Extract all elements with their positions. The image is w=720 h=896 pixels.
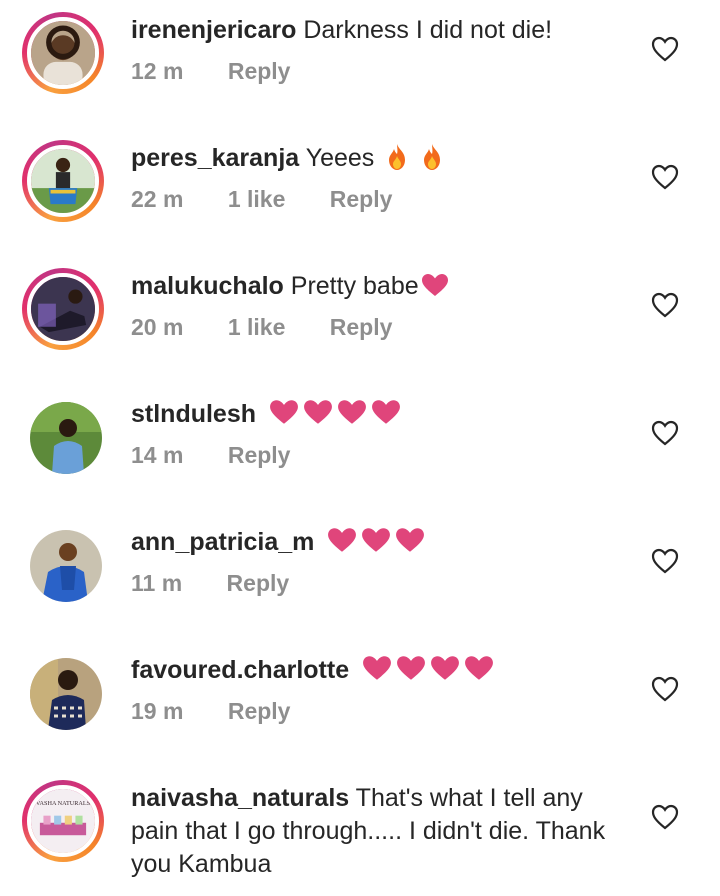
comment-text: naivasha_naturals That's what I tell any…: [131, 782, 631, 881]
comment-item: malukuchalo Pretty babe 20 m 1 like Repl…: [0, 256, 720, 384]
reply-button[interactable]: Reply: [228, 442, 291, 468]
username[interactable]: peres_karanja: [131, 144, 299, 172]
username[interactable]: malukuchalo: [131, 272, 284, 300]
avatar[interactable]: [30, 402, 102, 474]
comment-item: VASHA NATURALS naivasha_naturals That's …: [0, 768, 720, 896]
avatar[interactable]: [22, 12, 104, 94]
comment-body: Darkness I did not die!: [303, 16, 553, 44]
timestamp: 11 m: [131, 570, 183, 596]
fire-icon: [381, 144, 409, 172]
timestamp: 20 m: [131, 314, 184, 340]
comment-meta: 11 m Reply: [131, 570, 327, 597]
comment-item: stlndulesh 14 m Reply: [0, 384, 720, 512]
comment-text: malukuchalo Pretty babe: [131, 270, 621, 303]
reply-button[interactable]: Reply: [228, 58, 291, 84]
username[interactable]: ann_patricia_m: [131, 528, 314, 556]
comment-text: ann_patricia_m: [131, 526, 621, 562]
comment-text: stlndulesh: [131, 398, 621, 434]
avatar-logo-text: VASHA NATURALS: [36, 800, 91, 807]
heart-emoji-group: [269, 399, 405, 434]
heart-emoji-group: [327, 527, 429, 562]
avatar-image: [27, 273, 99, 345]
heart-icon[interactable]: [651, 292, 679, 318]
like-count[interactable]: 1 like: [228, 314, 286, 340]
comment-text: favoured.charlotte: [131, 654, 621, 690]
username[interactable]: stlndulesh: [131, 400, 256, 428]
like-count[interactable]: 1 like: [228, 186, 286, 212]
heart-icon[interactable]: [651, 420, 679, 446]
timestamp: 12 m: [131, 58, 184, 84]
heart-icon[interactable]: [651, 804, 679, 830]
username[interactable]: naivasha_naturals: [131, 784, 349, 812]
timestamp: 14 m: [131, 442, 184, 468]
comment-text: irenenjericaro Darkness I did not die!: [131, 14, 621, 47]
comment-meta: 20 m 1 like Reply: [131, 314, 430, 341]
comment-meta: 12 m Reply: [131, 58, 328, 85]
comment-item: irenenjericaro Darkness I did not die! 1…: [0, 0, 720, 128]
heart-icon[interactable]: [651, 36, 679, 62]
avatar[interactable]: [22, 140, 104, 222]
comment-body: Yeees: [305, 144, 375, 172]
avatar-image: [27, 145, 99, 217]
fire-icon: [416, 144, 444, 172]
username[interactable]: favoured.charlotte: [131, 656, 349, 684]
comment-meta: 19 m Reply: [131, 698, 328, 725]
heart-icon[interactable]: [651, 548, 679, 574]
heart-icon[interactable]: [651, 676, 679, 702]
comment-item: ann_patricia_m 11 m Reply: [0, 512, 720, 640]
reply-button[interactable]: Reply: [330, 186, 393, 212]
avatar-image: [30, 402, 102, 474]
comment-body: Pretty babe: [290, 272, 419, 300]
avatar[interactable]: [30, 658, 102, 730]
avatar[interactable]: [30, 530, 102, 602]
reply-button[interactable]: Reply: [330, 314, 393, 340]
heart-emoji: [419, 272, 449, 300]
avatar-image: [30, 530, 102, 602]
comment-item: peres_karanja Yeees 22 m 1 like Reply: [0, 128, 720, 256]
username[interactable]: irenenjericaro: [131, 16, 296, 44]
avatar-image: [30, 658, 102, 730]
avatar[interactable]: [22, 268, 104, 350]
avatar-image: VASHA NATURALS: [27, 785, 99, 857]
reply-button[interactable]: Reply: [228, 698, 291, 724]
comment-text: peres_karanja Yeees: [131, 142, 621, 175]
comment-meta: 22 m 1 like Reply: [131, 186, 430, 213]
comment-item: favoured.charlotte 19 m Reply: [0, 640, 720, 768]
reply-button[interactable]: Reply: [227, 570, 290, 596]
avatar[interactable]: VASHA NATURALS: [22, 780, 104, 862]
heart-emoji-group: [362, 655, 498, 690]
timestamp: 22 m: [131, 186, 184, 212]
heart-icon[interactable]: [651, 164, 679, 190]
avatar-image: [27, 17, 99, 89]
comment-meta: 14 m Reply: [131, 442, 328, 469]
timestamp: 19 m: [131, 698, 184, 724]
